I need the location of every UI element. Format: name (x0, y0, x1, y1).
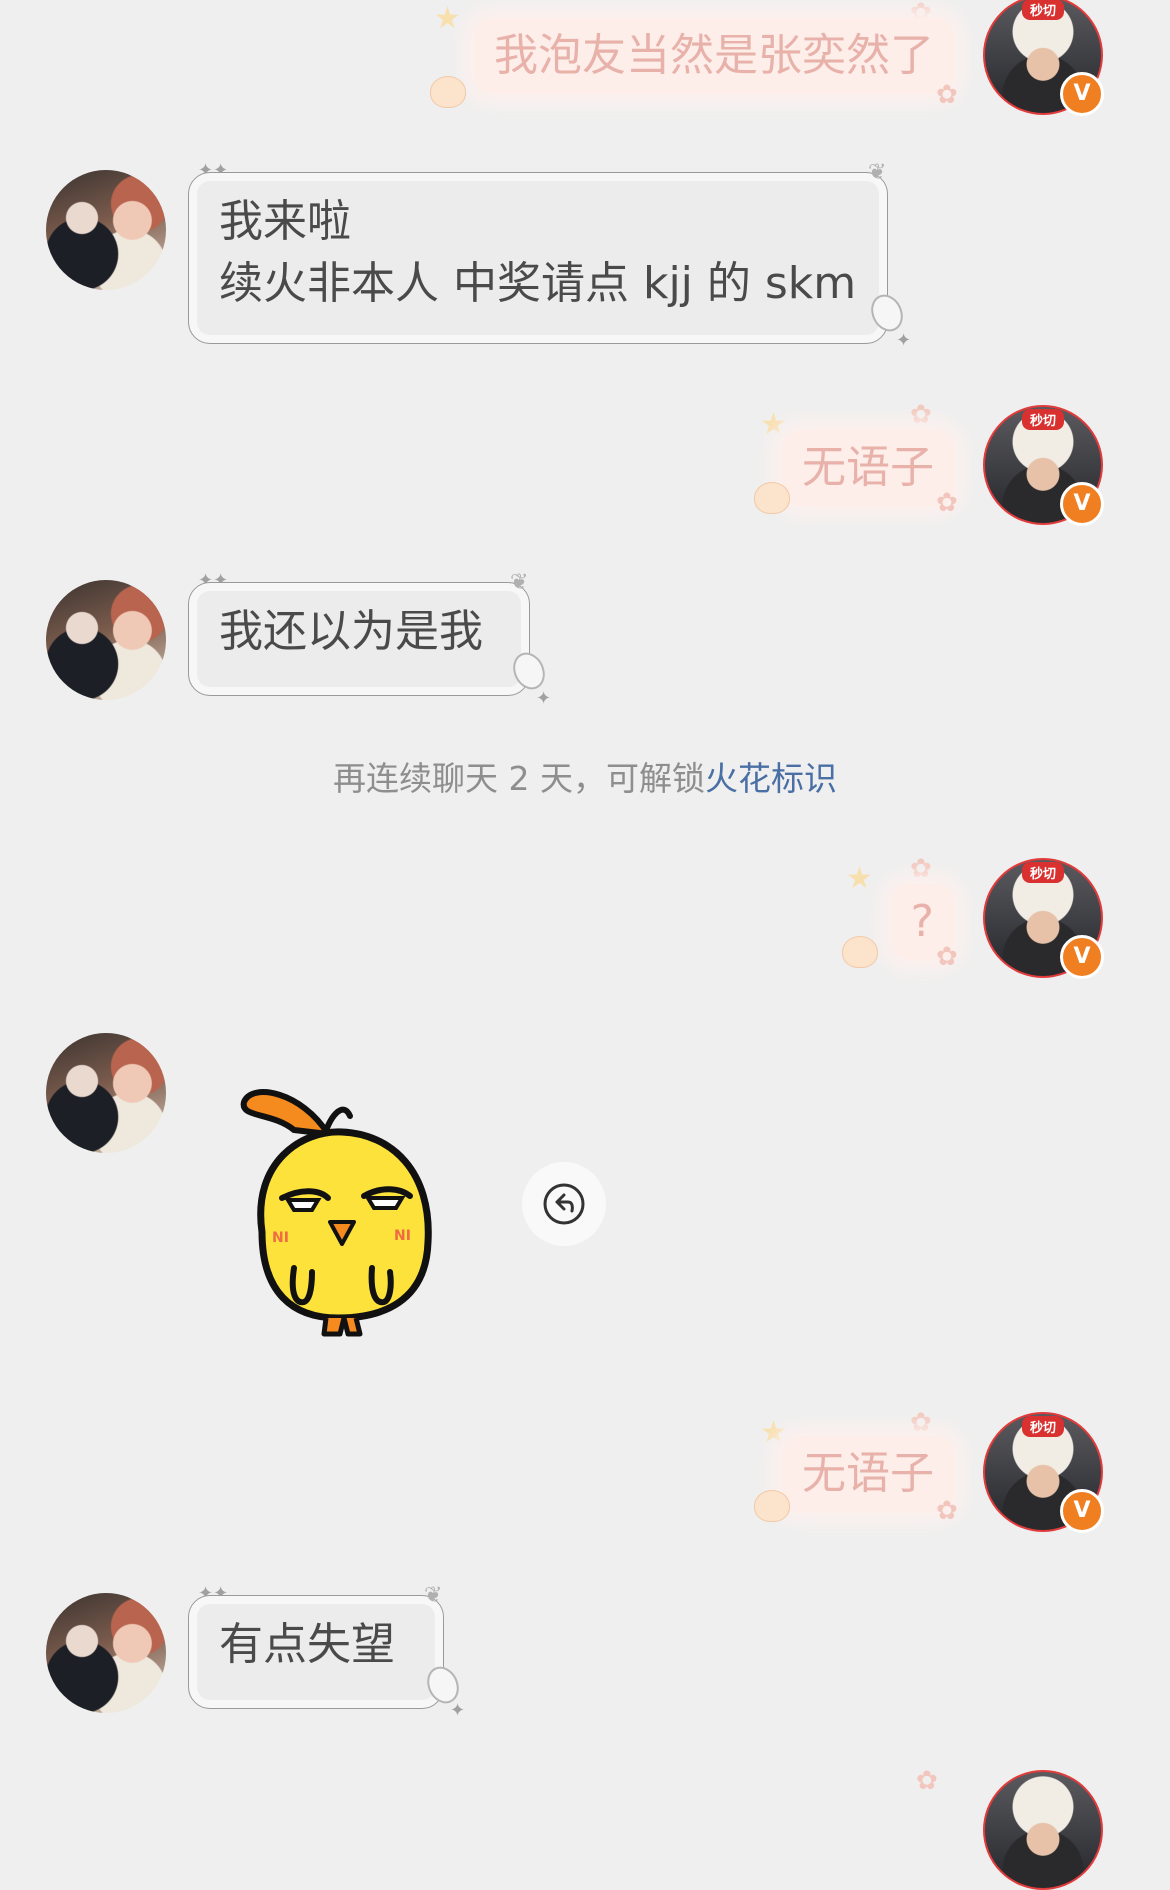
svg-text:NI: NI (272, 1230, 289, 1246)
avatar-self[interactable] (983, 1770, 1103, 1890)
spark-badge-link[interactable]: 火花标识 (705, 759, 837, 798)
message-bubble-self[interactable]: 无语子 (782, 430, 954, 506)
verified-badge: V (1060, 935, 1104, 979)
message-text-line: 我来啦 (219, 196, 351, 247)
bow-decoration: ✿ (910, 1408, 932, 1438)
verified-badge: V (1060, 72, 1104, 116)
message-text-line: 续火非本人 中奖请点 kjj 的 skm (219, 258, 857, 309)
reply-arrow-icon (543, 1183, 585, 1225)
message-bubble-friend[interactable]: 我来啦 续火非本人 中奖请点 kjj 的 skm (188, 172, 888, 344)
svg-text:NI: NI (394, 1228, 411, 1244)
bunny-decoration (754, 482, 790, 514)
bow-decoration: ✿ (916, 1766, 938, 1796)
star-decoration: ★ (434, 1, 461, 36)
star-decoration: ★ (846, 861, 873, 896)
butterfly-decoration: ❦ (868, 160, 887, 185)
quote-reply-button[interactable] (522, 1162, 606, 1246)
message-text: 无语子 (802, 442, 934, 493)
message-bubble-self[interactable]: 我泡友当然是张奕然了 (474, 18, 954, 94)
message-text: 我还以为是我 (219, 606, 483, 657)
message-text: 无语子 (802, 1448, 934, 1499)
bow-decoration: ✿ (910, 854, 932, 884)
bunny-decoration (842, 936, 878, 968)
message-bubble-friend[interactable]: 有点失望 (188, 1595, 444, 1709)
bunny-decoration (754, 1490, 790, 1522)
butterfly-decoration: ❦ (424, 1583, 443, 1608)
message-text: 有点失望 (219, 1619, 395, 1670)
bow-decoration: ✿ (910, 400, 932, 430)
sparkle-decoration: ✦ (896, 330, 912, 351)
sparkle-decoration: ✦ (450, 1700, 466, 1721)
hint-text: 再连续聊天 2 天，可解锁 (333, 759, 705, 798)
chick-crest (240, 1089, 331, 1137)
avatar-friend[interactable] (46, 1033, 166, 1153)
message-bubble-friend[interactable]: 我还以为是我 (188, 582, 530, 696)
yellow-chick-sticker[interactable]: NI NI (232, 1072, 442, 1342)
flower-decoration: ✿ (936, 488, 958, 518)
message-text: 我泡友当然是张奕然了 (494, 30, 934, 81)
sparkle-decoration: ✦ (536, 688, 552, 709)
message-bubble-self[interactable]: 无语子 (782, 1436, 954, 1512)
flower-decoration: ✿ (936, 1496, 958, 1526)
avatar-friend[interactable] (46, 580, 166, 700)
star-decoration: ★ (760, 1415, 787, 1450)
star-decoration: ★ (760, 407, 787, 442)
flower-decoration: ✿ (936, 942, 958, 972)
message-text: ? (910, 896, 934, 947)
avatar-tag: 秒切 (1021, 409, 1065, 430)
verified-badge: V (1060, 1489, 1104, 1533)
avatar-tag: 秒切 (1021, 0, 1065, 20)
verified-badge: V (1060, 482, 1104, 526)
spark-unlock-hint: 再连续聊天 2 天，可解锁火花标识 (0, 752, 1170, 800)
avatar-friend[interactable] (46, 170, 166, 290)
avatar-friend[interactable] (46, 1593, 166, 1713)
bunny-decoration (430, 76, 466, 108)
avatar-tag: 秒切 (1021, 862, 1065, 883)
flower-decoration: ✿ (936, 80, 958, 110)
butterfly-decoration: ❦ (510, 570, 529, 595)
chick-feet (321, 1317, 363, 1337)
avatar-tag: 秒切 (1021, 1416, 1065, 1437)
